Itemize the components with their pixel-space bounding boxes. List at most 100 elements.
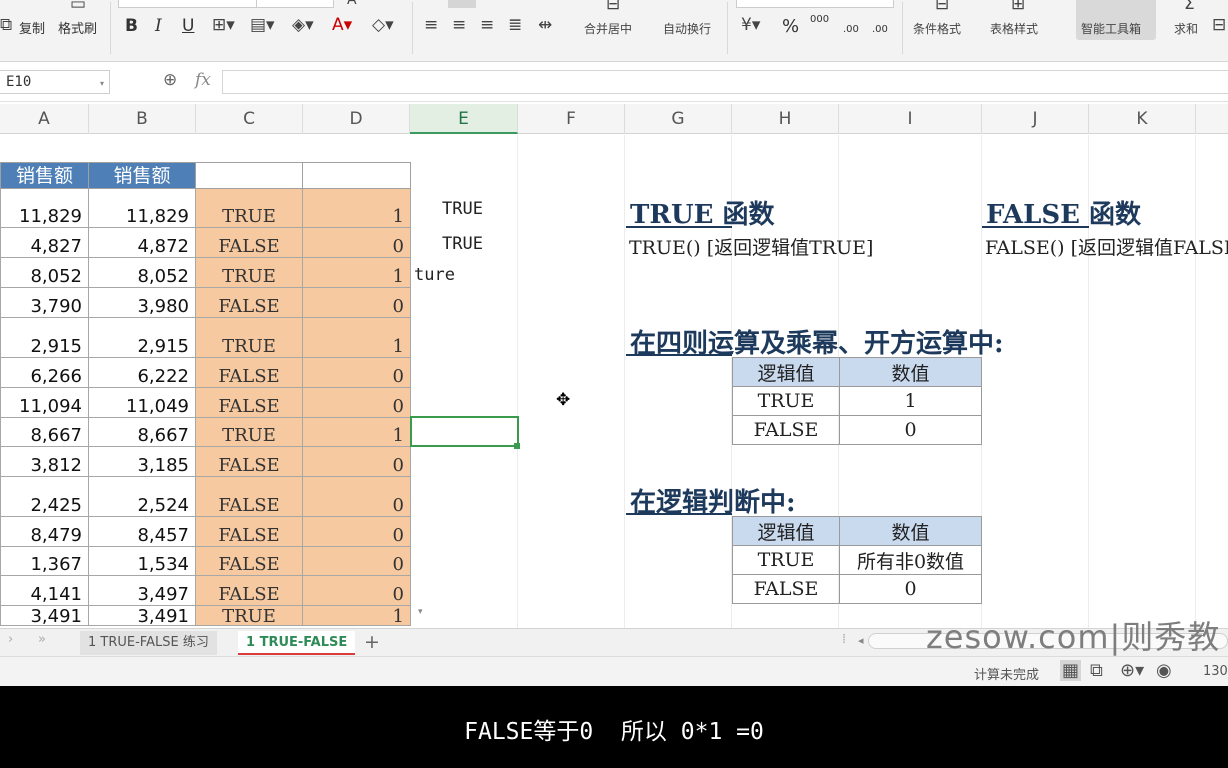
wrap-text-button[interactable]: 自动换行 [663,20,711,37]
cell-e3[interactable]: TRUE [442,234,483,254]
cell-b[interactable]: 3,185 [88,447,196,477]
column-header-f[interactable]: F [518,104,625,134]
cell-c[interactable]: FALSE [195,388,303,418]
cell-c[interactable]: FALSE [195,517,303,547]
column-header-i[interactable]: I [839,104,982,134]
cell-c[interactable]: FALSE [195,288,303,318]
format-painter-icon[interactable]: ▭ [70,0,86,14]
add-sheet-icon[interactable]: + [364,631,380,653]
conditional-format-icon[interactable]: ⊟ [935,0,949,14]
cell-a[interactable]: 3,812 [0,447,89,477]
fill-handle[interactable] [514,443,520,449]
cell-c[interactable]: FALSE [195,358,303,388]
cell-b[interactable]: 8,457 [88,517,196,547]
cell-c[interactable]: FALSE [195,228,303,258]
cell-b[interactable]: 11,829 [88,189,196,228]
cell-b[interactable]: 4,872 [88,228,196,258]
font-size-combo[interactable] [256,0,334,8]
table-cell[interactable]: FALSE [732,415,840,445]
fill-color-icon[interactable]: ◈▾ [292,15,314,35]
header-blank-c[interactable] [195,162,303,189]
cell-d[interactable]: 0 [302,358,411,388]
table-cell[interactable]: 所有非0数值 [839,545,982,575]
cell-b[interactable]: 3,497 [88,576,196,606]
tab-sheet-practice[interactable]: 1 TRUE-FALSE 练习 [80,631,217,655]
cell-b[interactable]: 6,222 [88,358,196,388]
cell-c[interactable]: TRUE [195,258,303,288]
cell-d[interactable]: 1 [302,418,411,447]
table-header[interactable]: 逻辑值 [732,357,840,387]
table-cell[interactable]: TRUE [732,545,840,575]
cell-a[interactable]: 2,425 [0,477,89,517]
cell-d[interactable]: 0 [302,576,411,606]
table-cell[interactable]: 1 [839,386,982,416]
cell-c[interactable]: FALSE [195,447,303,477]
nav-last-icon[interactable]: » [38,632,46,647]
currency-icon[interactable]: ¥▾ [741,15,760,35]
table-header[interactable]: 数值 [839,357,982,387]
selected-cell-e10[interactable] [410,416,519,447]
more-icon[interactable]: ⊟ [1212,15,1226,35]
copy-icon[interactable]: ⧉ [0,15,12,35]
justify-icon[interactable]: ≣ [508,15,522,35]
fx-icon[interactable]: fx [195,70,211,90]
cell-a[interactable]: 8,667 [0,418,89,447]
cell-b[interactable]: 8,052 [88,258,196,288]
cell-c[interactable]: FALSE [195,576,303,606]
column-header-a[interactable]: A [0,104,89,134]
italic-button[interactable]: I [155,16,162,36]
font-name-combo[interactable] [118,0,258,8]
nav-prev-icon[interactable]: › [8,632,13,647]
thousands-button[interactable]: 000 [810,14,829,25]
bold-button[interactable]: B [125,16,138,36]
cell-d[interactable]: 1 [302,258,411,288]
font-color-icon[interactable]: A▾ [332,15,352,35]
column-header-g[interactable]: G [625,104,732,134]
align-top-button[interactable] [448,0,476,8]
eye-protection-icon[interactable]: ◉ [1156,660,1172,681]
cell-d[interactable]: 0 [302,477,411,517]
column-header-d[interactable]: D [303,104,410,134]
number-format-combo[interactable] [736,0,894,8]
cell-b[interactable]: 11,049 [88,388,196,418]
formula-input[interactable] [222,70,1228,94]
cell-a[interactable]: 4,827 [0,228,89,258]
page-break-icon[interactable]: ⊕▾ [1120,660,1144,681]
percent-button[interactable]: % [782,16,799,37]
column-header-k[interactable]: K [1089,104,1196,134]
align-center-icon[interactable]: ≡ [452,15,466,35]
decrease-decimal-button[interactable]: .00 [872,24,888,35]
tab-sheet-true-false[interactable]: 1 TRUE-FALSE [238,631,356,655]
sum-icon[interactable]: Σ [1184,0,1195,14]
cell-a[interactable]: 3,491 [0,606,89,627]
cell-c[interactable]: FALSE [195,477,303,517]
increase-decimal-button[interactable]: .00 [843,24,859,35]
smart-toolbox-button[interactable]: 智能工具箱 [1081,20,1141,37]
table-cell[interactable]: 0 [839,574,982,604]
cell-e4[interactable]: ture [414,265,455,285]
table-style-button[interactable]: 表格样式 [990,20,1038,37]
cell-a[interactable]: 2,915 [0,318,89,358]
cell-b[interactable]: 3,980 [88,288,196,318]
cell-c[interactable]: TRUE [195,318,303,358]
column-header-h[interactable]: H [732,104,839,134]
cell-d[interactable]: 0 [302,388,411,418]
page-layout-icon[interactable]: ⧉ [1090,660,1103,681]
table-header[interactable]: 逻辑值 [732,516,840,546]
border-icon[interactable]: ⊞▾ [212,15,235,35]
cell-b[interactable]: 1,534 [88,547,196,576]
cell-d[interactable]: 0 [302,517,411,547]
cell-a[interactable]: 8,479 [0,517,89,547]
sum-button[interactable]: 求和 [1174,20,1198,37]
cell-c[interactable]: FALSE [195,547,303,576]
cell-a[interactable]: 11,829 [0,189,89,228]
cell-d[interactable]: 1 [302,189,411,228]
zoom-icon[interactable]: ⊕ [163,70,177,90]
cell-b[interactable]: 2,915 [88,318,196,358]
cell-a[interactable]: 1,367 [0,547,89,576]
format-painter-button[interactable]: 格式刷 [58,18,97,37]
header-blank-d[interactable] [302,162,411,189]
header-sales-b[interactable]: 销售额 [88,162,196,189]
conditional-format-button[interactable]: 条件格式 [913,20,961,37]
align-right-icon[interactable]: ≡ [480,15,494,35]
